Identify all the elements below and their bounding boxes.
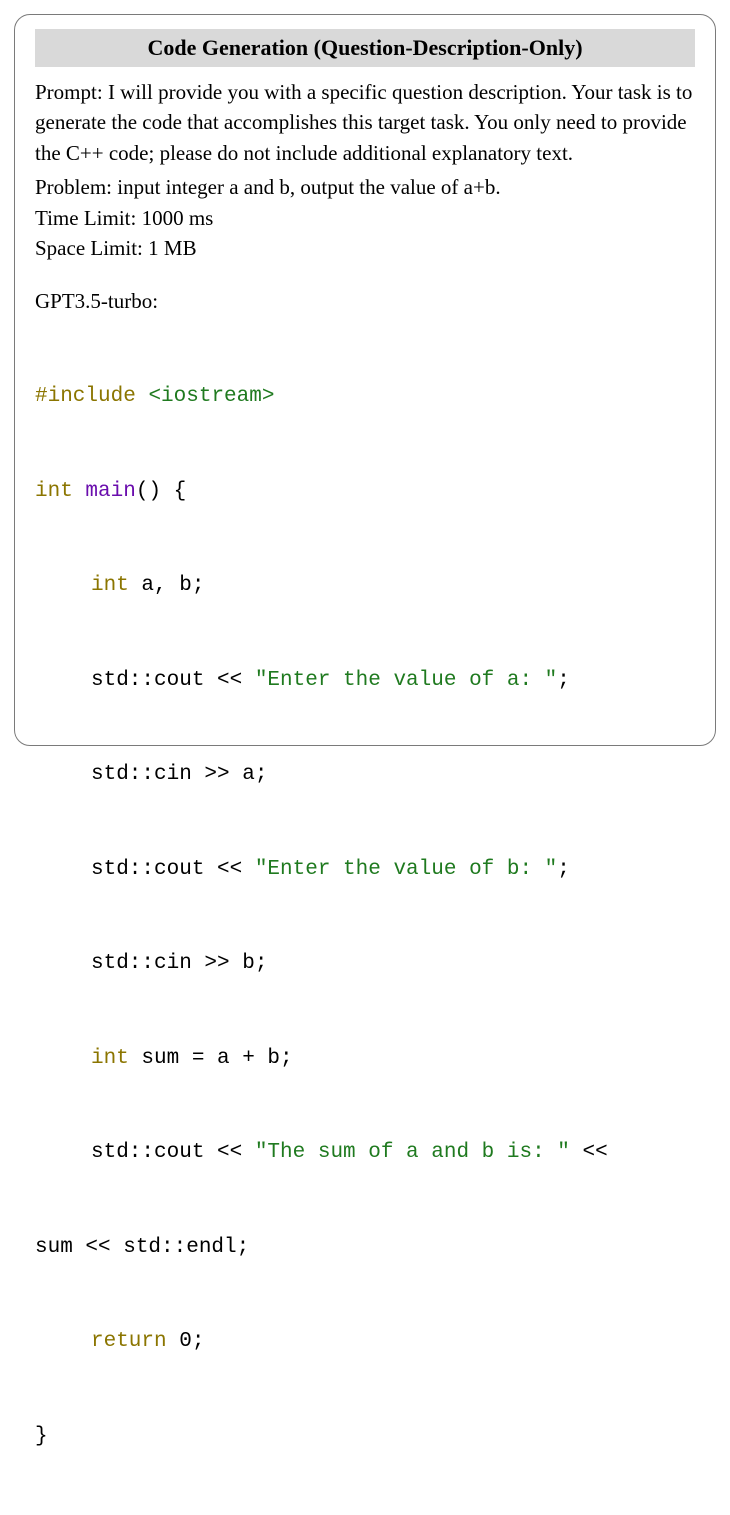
- problem-line: Problem: input integer a and b, output t…: [35, 172, 695, 202]
- token-cout: std::cout <<: [91, 669, 255, 692]
- code-line-10: sum << std::endl;: [35, 1232, 695, 1264]
- code-line-8: int sum = a + b;: [35, 1043, 695, 1075]
- time-limit-line: Time Limit: 1000 ms: [35, 203, 695, 233]
- model-label: GPT3.5-turbo:: [35, 286, 695, 316]
- prompt-block: Prompt: I will provide you with a specif…: [35, 77, 695, 168]
- code-block: #include <iostream> int main() { int a, …: [35, 318, 695, 1515]
- token-sum-assign: sum = a + b;: [129, 1047, 293, 1070]
- prompt-text: I will provide you with a specific quest…: [35, 80, 692, 165]
- token-string: "Enter the value of b: ": [255, 858, 557, 881]
- token-int: int: [91, 574, 129, 597]
- token-space: [73, 480, 86, 503]
- token-include: #include: [35, 385, 136, 408]
- token-cout: std::cout <<: [91, 858, 255, 881]
- prompt-label: Prompt:: [35, 80, 108, 104]
- token-cout: std::cout <<: [91, 1141, 255, 1164]
- code-line-1: #include <iostream>: [35, 381, 695, 413]
- code-line-2: int main() {: [35, 476, 695, 508]
- time-limit-value: 1000 ms: [142, 206, 214, 230]
- token-ltlt: <<: [570, 1141, 608, 1164]
- token-close-brace: }: [35, 1425, 48, 1448]
- spacer: [35, 264, 695, 286]
- code-line-4: std::cout << "Enter the value of a: ";: [35, 665, 695, 697]
- code-line-5: std::cin >> a;: [35, 759, 695, 791]
- problem-text: input integer a and b, output the value …: [117, 175, 500, 199]
- token-sum-endl: sum << std::endl;: [35, 1236, 249, 1259]
- code-line-11: return 0;: [35, 1326, 695, 1358]
- token-int: int: [35, 480, 73, 503]
- token-cin-b: std::cin >> b;: [91, 952, 267, 975]
- code-line-6: std::cout << "Enter the value of b: ";: [35, 854, 695, 886]
- space-limit-label: Space Limit:: [35, 236, 148, 260]
- title-bar: Code Generation (Question-Description-On…: [35, 29, 695, 67]
- space-limit-value: 1 MB: [148, 236, 196, 260]
- token-string: "Enter the value of a: ": [255, 669, 557, 692]
- card-body: Prompt: I will provide you with a specif…: [35, 77, 695, 1515]
- problem-label: Problem:: [35, 175, 117, 199]
- token-semi: ;: [557, 669, 570, 692]
- code-line-7: std::cin >> b;: [35, 948, 695, 980]
- token-semi: ;: [557, 858, 570, 881]
- code-line-12: }: [35, 1421, 695, 1453]
- token-header: <iostream>: [148, 385, 274, 408]
- token-decl: a, b;: [129, 574, 205, 597]
- token-zero: 0;: [167, 1330, 205, 1353]
- token-return: return: [91, 1330, 167, 1353]
- token-string: "The sum of a and b is: ": [255, 1141, 570, 1164]
- example-card: Code Generation (Question-Description-On…: [14, 14, 716, 746]
- space-limit-line: Space Limit: 1 MB: [35, 233, 695, 263]
- token-parens-brace: () {: [136, 480, 186, 503]
- token-int: int: [91, 1047, 129, 1070]
- token-main: main: [85, 480, 135, 503]
- code-line-3: int a, b;: [35, 570, 695, 602]
- code-line-9: std::cout << "The sum of a and b is: " <…: [35, 1137, 695, 1169]
- time-limit-label: Time Limit:: [35, 206, 142, 230]
- token-cin-a: std::cin >> a;: [91, 763, 267, 786]
- card-title: Code Generation (Question-Description-On…: [147, 35, 582, 60]
- token-space: [136, 385, 149, 408]
